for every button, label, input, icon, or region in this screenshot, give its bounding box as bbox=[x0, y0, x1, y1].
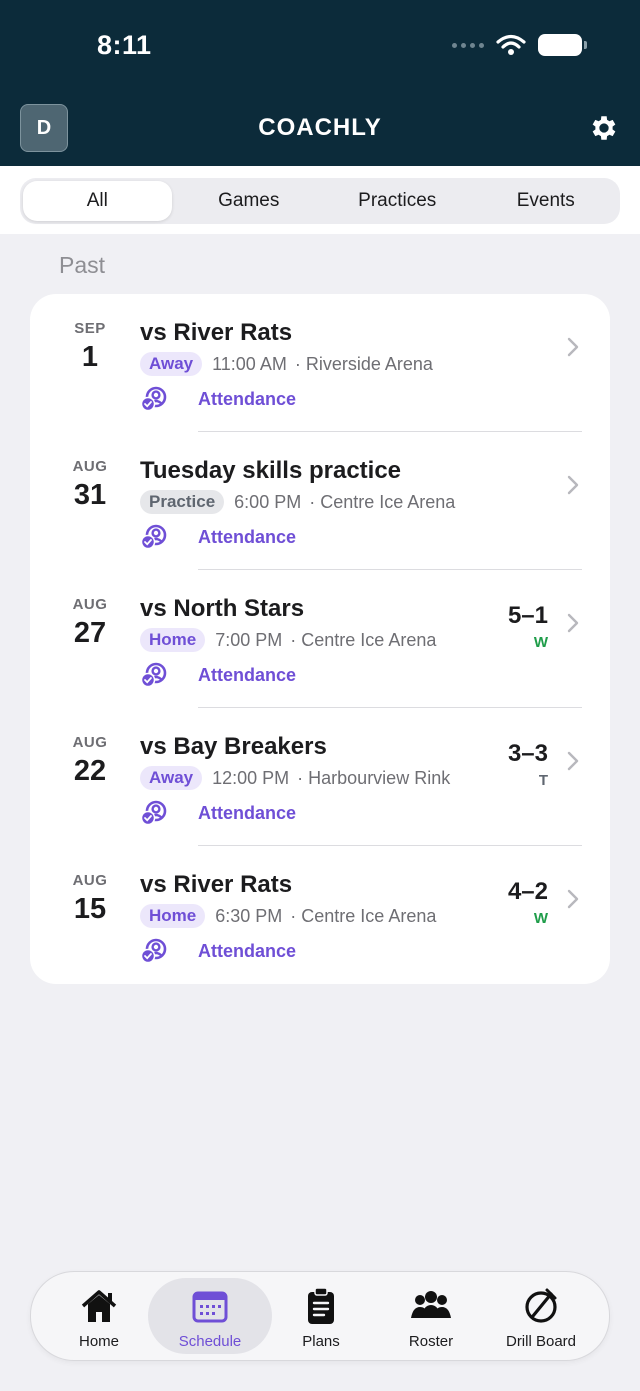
segment-events[interactable]: Events bbox=[472, 178, 621, 224]
event-type-badge: Home bbox=[140, 628, 206, 652]
tab-drill-board[interactable]: Drill Board bbox=[486, 1278, 596, 1354]
attendance-icon bbox=[140, 938, 167, 964]
event-time: 6:00 PM bbox=[234, 491, 302, 512]
segment-all[interactable]: All bbox=[23, 181, 172, 221]
event-day: 27 bbox=[73, 617, 107, 649]
attendance-icon bbox=[140, 800, 167, 826]
event-meta: Home 7:00 PM · Centre Ice Arena bbox=[140, 628, 436, 652]
segment-games[interactable]: Games bbox=[175, 178, 324, 224]
chevron-right-icon bbox=[567, 751, 579, 771]
tab-label: Plans bbox=[302, 1333, 340, 1350]
event-day: 31 bbox=[73, 479, 107, 511]
game-score: 3–3 bbox=[507, 740, 548, 767]
attendance-link[interactable]: Attendance bbox=[140, 386, 296, 412]
attendance-label: Attendance bbox=[198, 526, 297, 547]
attendance-label: Attendance bbox=[198, 802, 297, 823]
wifi-icon bbox=[496, 34, 526, 55]
tab-home[interactable]: Home bbox=[44, 1278, 154, 1354]
status-time: 8:11 bbox=[97, 30, 152, 60]
tab-roster[interactable]: Roster bbox=[376, 1278, 486, 1354]
event-row[interactable]: AUG 15 vs River Rats Home 6:30 PM · Cent… bbox=[30, 846, 610, 984]
tab-label: Roster bbox=[408, 1333, 454, 1350]
attendance-icon bbox=[140, 524, 167, 550]
group-icon bbox=[411, 1291, 451, 1318]
event-time: 12:00 PM bbox=[212, 767, 290, 788]
cellular-signal-icon bbox=[452, 42, 484, 48]
attendance-link[interactable]: Attendance bbox=[140, 524, 296, 550]
tab-plans[interactable]: Plans bbox=[266, 1278, 376, 1354]
event-venue: · Centre Ice Arena bbox=[290, 905, 437, 926]
event-month: AUG bbox=[72, 734, 108, 751]
event-type-badge: Away bbox=[140, 766, 203, 790]
app-title: COACHLY bbox=[258, 114, 382, 141]
event-venue: · Riverside Arena bbox=[294, 353, 433, 374]
bottom-tab-bar: Home Schedule Plans Roster Drill Board bbox=[30, 1271, 610, 1361]
event-meta: Practice 6:00 PM · Centre Ice Arena bbox=[140, 490, 455, 514]
attendance-link[interactable]: Attendance bbox=[140, 800, 296, 826]
game-result: W bbox=[533, 634, 548, 651]
event-type-badge: Home bbox=[140, 904, 206, 928]
event-meta: Away 11:00 AM · Riverside Arena bbox=[140, 352, 433, 376]
whistle-icon bbox=[525, 1288, 557, 1323]
segmented-control: All Games Practices Events bbox=[20, 178, 620, 224]
chevron-right-icon bbox=[567, 613, 579, 633]
event-month: AUG bbox=[72, 458, 108, 475]
section-heading: Past bbox=[59, 252, 106, 278]
attendance-icon bbox=[140, 662, 167, 688]
attendance-link[interactable]: Attendance bbox=[140, 938, 296, 964]
event-type-badge: Away bbox=[140, 352, 203, 376]
segment-practices[interactable]: Practices bbox=[323, 178, 472, 224]
event-row[interactable]: AUG 27 vs North Stars Home 7:00 PM · Cen… bbox=[30, 570, 610, 708]
event-venue: · Centre Ice Arena bbox=[290, 629, 437, 650]
chevron-right-icon bbox=[567, 337, 579, 357]
event-time: 7:00 PM bbox=[215, 629, 283, 650]
game-result: W bbox=[533, 910, 548, 927]
attendance-link[interactable]: Attendance bbox=[140, 662, 296, 688]
event-title: vs North Stars bbox=[140, 595, 305, 622]
calendar-icon bbox=[192, 1291, 228, 1323]
event-time: 11:00 AM bbox=[212, 353, 287, 374]
tab-label: Drill Board bbox=[505, 1333, 577, 1350]
event-title: vs River Rats bbox=[140, 319, 293, 346]
tab-label: Schedule bbox=[178, 1333, 242, 1350]
chevron-right-icon bbox=[567, 889, 579, 909]
filter-bar: All Games Practices Events bbox=[0, 166, 640, 234]
home-icon bbox=[81, 1290, 117, 1322]
event-row[interactable]: AUG 22 vs Bay Breakers Away 12:00 PM · H… bbox=[30, 708, 610, 846]
attendance-label: Attendance bbox=[198, 664, 297, 685]
event-meta: Away 12:00 PM · Harbourview Rink bbox=[140, 766, 450, 790]
event-month: AUG bbox=[72, 872, 108, 889]
app-header: 8:11 D COACHLY bbox=[0, 0, 640, 166]
event-title: vs River Rats bbox=[140, 871, 293, 898]
event-venue: · Centre Ice Arena bbox=[309, 491, 456, 512]
event-month: SEP bbox=[74, 320, 106, 337]
game-score: 5–1 bbox=[507, 602, 548, 629]
status-icons bbox=[452, 34, 587, 56]
attendance-label: Attendance bbox=[198, 940, 297, 961]
tab-label: Home bbox=[78, 1333, 119, 1350]
event-month: AUG bbox=[72, 596, 108, 613]
battery-icon bbox=[538, 34, 587, 56]
event-list: SEP 1 vs River Rats Away 11:00 AM · Rive… bbox=[30, 294, 610, 984]
event-day: 22 bbox=[73, 755, 107, 787]
clipboard-icon bbox=[308, 1287, 334, 1324]
attendance-label: Attendance bbox=[198, 388, 297, 409]
event-venue: · Harbourview Rink bbox=[297, 767, 451, 788]
event-type-badge: Practice bbox=[140, 490, 225, 514]
chevron-right-icon bbox=[567, 475, 579, 495]
event-day: 1 bbox=[81, 341, 99, 373]
gear-icon[interactable] bbox=[588, 112, 620, 144]
event-title: vs Bay Breakers bbox=[140, 733, 327, 760]
event-row[interactable]: AUG 31 Tuesday skills practice Practice … bbox=[30, 432, 610, 570]
event-day: 15 bbox=[73, 893, 107, 925]
attendance-icon bbox=[140, 386, 167, 412]
event-meta: Home 6:30 PM · Centre Ice Arena bbox=[140, 904, 436, 928]
event-title: Tuesday skills practice bbox=[140, 457, 402, 484]
game-score: 4–2 bbox=[507, 878, 548, 905]
game-result: T bbox=[538, 772, 548, 789]
event-row[interactable]: SEP 1 vs River Rats Away 11:00 AM · Rive… bbox=[30, 294, 610, 432]
tab-schedule[interactable]: Schedule bbox=[148, 1278, 272, 1354]
event-time: 6:30 PM bbox=[215, 905, 283, 926]
